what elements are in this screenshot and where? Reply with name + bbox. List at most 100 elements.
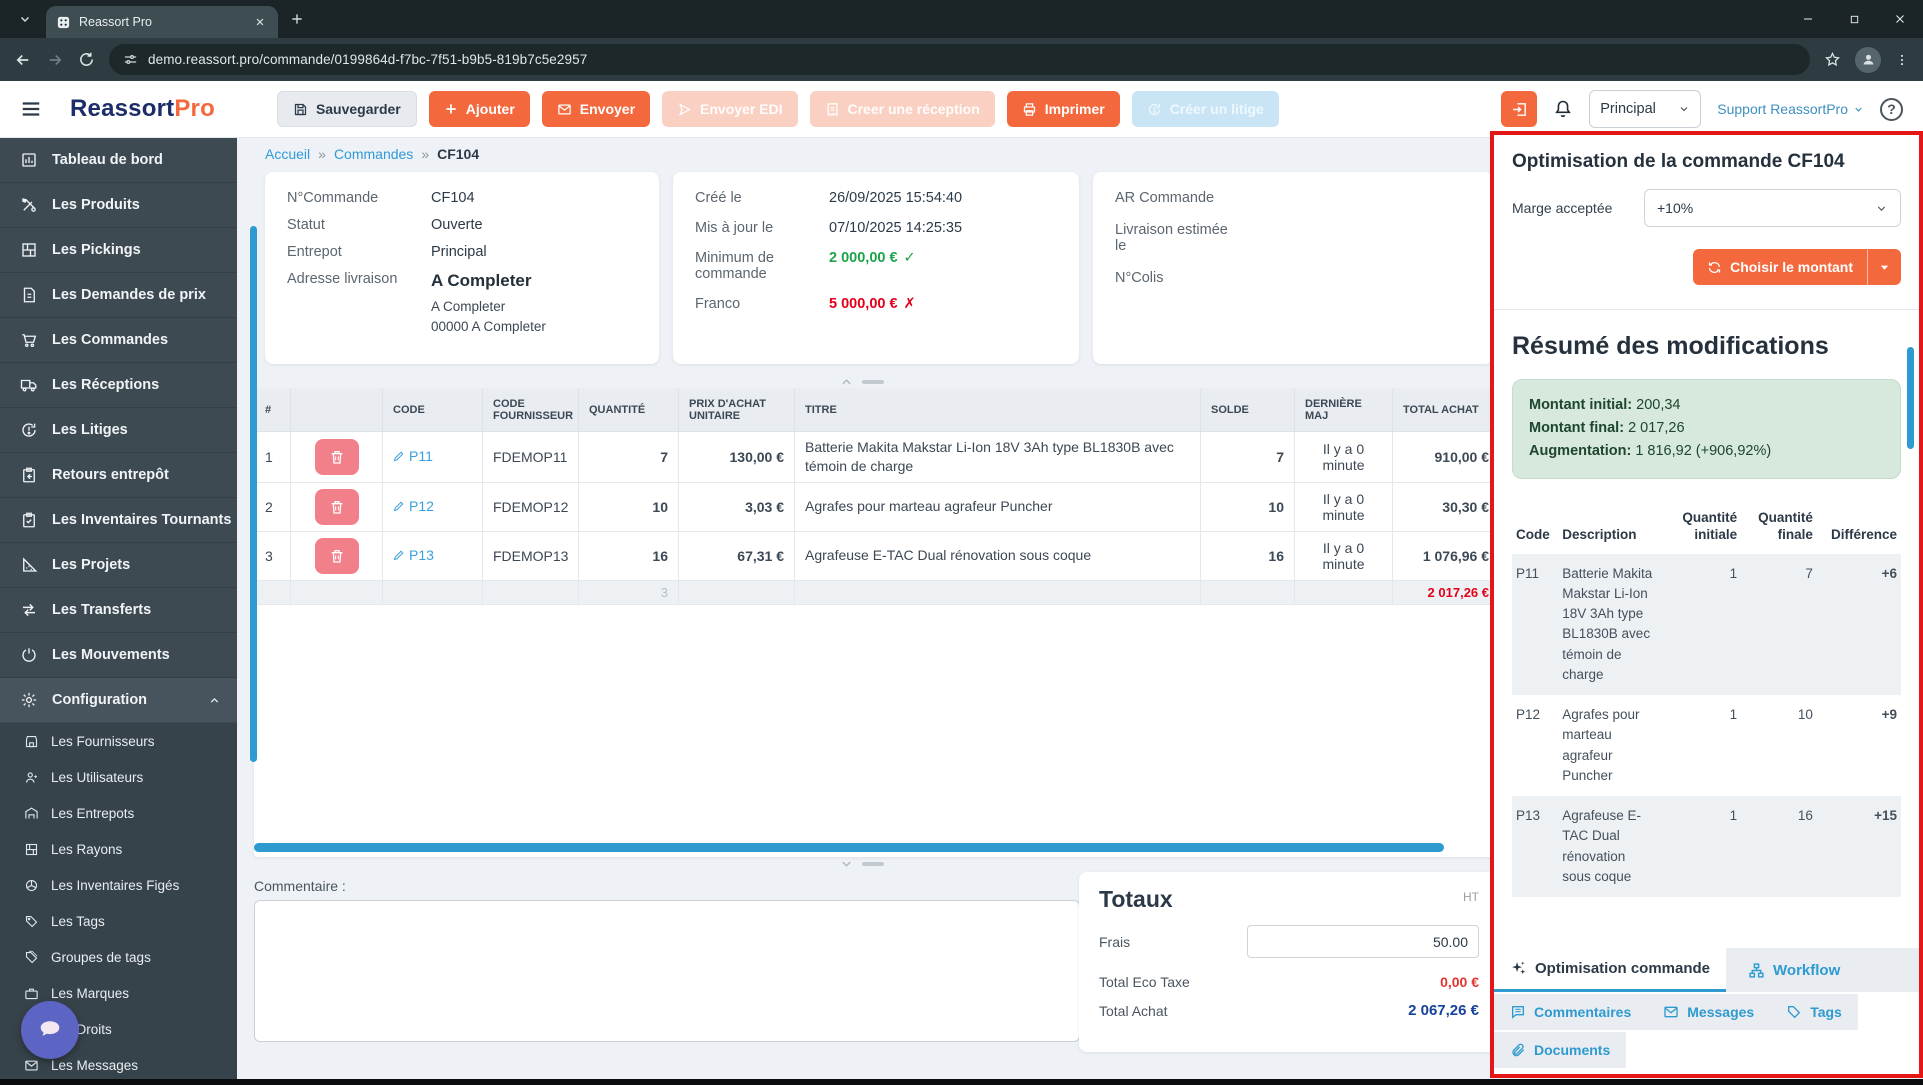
sidebar-item-les-projets[interactable]: Les Projets xyxy=(0,543,237,588)
sidebar-item-les-fournisseurs[interactable]: Les Fournisseurs xyxy=(0,723,237,759)
tab-search-chevron-icon[interactable] xyxy=(12,6,38,32)
cart-icon xyxy=(20,331,38,349)
comment-textarea[interactable] xyxy=(254,900,1080,1042)
quantity-cell[interactable]: 16 xyxy=(578,530,679,581)
url-bar[interactable]: demo.reassort.pro/commande/0199864d-f7bc… xyxy=(109,44,1810,75)
sidebar-item-les-tags[interactable]: Les Tags xyxy=(0,903,237,939)
export-button[interactable] xyxy=(1501,91,1538,127)
browser-tab[interactable]: Reassort Pro xyxy=(46,6,278,38)
window-maximize-button[interactable] xyxy=(1831,0,1877,38)
back-icon[interactable] xyxy=(14,51,32,69)
tab-tags[interactable]: Tags xyxy=(1770,994,1858,1030)
sidebar-item-les-entrepots[interactable]: Les Entrepots xyxy=(0,795,237,831)
choose-amount-caret-button[interactable] xyxy=(1867,249,1901,285)
tab-title: Reassort Pro xyxy=(79,15,152,29)
site-settings-icon[interactable] xyxy=(123,52,138,67)
chat-widget-button[interactable] xyxy=(21,1001,79,1059)
quantity-cell[interactable]: 7 xyxy=(578,431,679,483)
new-tab-button[interactable] xyxy=(290,12,304,26)
refresh-icon[interactable] xyxy=(78,51,95,68)
sidebar-item-les-inventaires-figes[interactable]: Les Inventaires Figés xyxy=(0,867,237,903)
dispute-cycle-icon xyxy=(20,421,38,439)
panel-title: Optimisation de la commande CF104 xyxy=(1512,151,1845,172)
horizontal-splitter-handle[interactable] xyxy=(841,378,884,386)
window-bottom-edge xyxy=(0,1079,1923,1085)
sidebar-item-les-inventaires-tournants[interactable]: Les Inventaires Tournants xyxy=(0,498,237,543)
product-code-link[interactable]: P12 xyxy=(393,498,434,514)
print-button[interactable]: Imprimer xyxy=(1006,91,1120,127)
unit-price-cell[interactable]: 130,00 € xyxy=(678,431,795,483)
sidebar-item-tableau-de-bord[interactable]: Tableau de bord xyxy=(0,138,237,183)
sidebar-item-les-commandes[interactable]: Les Commandes xyxy=(0,318,237,363)
delete-row-button[interactable] xyxy=(314,537,359,574)
choose-amount-button[interactable]: Choisir le montant xyxy=(1693,249,1867,285)
movements-icon xyxy=(20,646,38,664)
dispute-icon xyxy=(1148,103,1160,115)
chevron-down-icon xyxy=(1877,205,1886,211)
frais-input[interactable] xyxy=(1247,925,1479,958)
sidebar-item-les-receptions[interactable]: Les Réceptions xyxy=(0,363,237,408)
breadcrumb: Accueil » Commandes » CF104 xyxy=(265,146,480,162)
delete-row-button[interactable] xyxy=(314,488,359,525)
vertical-scrollbar[interactable] xyxy=(250,226,257,762)
order-number: CF104 xyxy=(431,190,475,206)
tab-messages[interactable]: Messages xyxy=(1647,994,1771,1030)
window-close-button[interactable] xyxy=(1877,0,1923,38)
horizontal-scrollbar[interactable] xyxy=(254,843,1444,852)
sidebar-item-les-demandes-de-prix[interactable]: Les Demandes de prix xyxy=(0,273,237,318)
chevron-down-icon xyxy=(1680,107,1688,112)
tab-close-icon[interactable] xyxy=(252,14,268,30)
window-controls xyxy=(1785,0,1923,38)
add-button[interactable]: Ajouter xyxy=(428,91,530,127)
sidebar-item-les-utilisateurs[interactable]: Les Utilisateurs xyxy=(0,759,237,795)
sidebar-item-retours-entrepot[interactable]: Retours entrepôt xyxy=(0,453,237,498)
unit-price-cell[interactable]: 3,03 € xyxy=(678,481,795,532)
help-button[interactable]: ? xyxy=(1880,97,1903,121)
breadcrumb-commandes[interactable]: Commandes xyxy=(334,146,413,162)
notifications-bell-icon[interactable] xyxy=(1553,99,1573,119)
send-button[interactable]: Envoyer xyxy=(541,91,651,127)
table-row: 1 P11 FDEMOP11 7 130,00 € Batterie Makit… xyxy=(254,431,1499,483)
tab-commentaires[interactable]: Commentaires xyxy=(1494,994,1648,1030)
panel-vertical-scrollbar[interactable] xyxy=(1907,347,1914,449)
sidebar-item-les-litiges[interactable]: Les Litiges xyxy=(0,408,237,453)
quantity-cell[interactable]: 10 xyxy=(578,481,679,532)
action-buttons: Sauvegarder Ajouter Envoyer Envoyer EDI … xyxy=(276,91,1279,127)
warehouse-select[interactable]: Principal xyxy=(1589,90,1702,128)
totals-title: Totaux xyxy=(1099,886,1173,912)
save-button[interactable]: Sauvegarder xyxy=(276,91,417,127)
product-code-link[interactable]: P13 xyxy=(393,547,434,563)
unit-price-cell[interactable]: 67,31 € xyxy=(678,530,795,581)
support-link[interactable]: Support ReassortPro xyxy=(1717,101,1864,117)
breadcrumb-home[interactable]: Accueil xyxy=(265,146,310,162)
bookmark-star-icon[interactable] xyxy=(1824,51,1841,68)
sidebar-item-les-mouvements[interactable]: Les Mouvements xyxy=(0,633,237,678)
forward-icon[interactable] xyxy=(46,51,64,69)
favicon-dice-icon xyxy=(56,15,71,30)
tab-workflow[interactable]: Workflow xyxy=(1726,948,1919,992)
sidebar-item-groupes-de-tags[interactable]: Groupes de tags xyxy=(0,939,237,975)
chevron-up-icon xyxy=(208,694,221,707)
delivery-address-line1: A Completer xyxy=(431,299,506,314)
product-code-link[interactable]: P11 xyxy=(393,448,433,464)
sidebar-item-configuration[interactable]: Configuration xyxy=(0,678,237,723)
sidebar-item-les-rayons[interactable]: Les Rayons xyxy=(0,831,237,867)
browser-menu-icon[interactable] xyxy=(1895,52,1909,68)
envelope-icon xyxy=(24,1058,39,1073)
modification-row: P12 Agrafes pour marteau agrafeur Punche… xyxy=(1516,707,1897,783)
send-edi-button: Envoyer EDI xyxy=(662,91,798,127)
sidebar-item-les-transferts[interactable]: Les Transferts xyxy=(0,588,237,633)
tab-documents[interactable]: Documents xyxy=(1494,1032,1627,1068)
app-logo[interactable]: ReassortPro xyxy=(70,95,215,123)
sidebar-item-les-produits[interactable]: Les Produits xyxy=(0,183,237,228)
menu-hamburger-icon[interactable] xyxy=(20,98,42,120)
tab-optimisation-commande[interactable]: Optimisation commande xyxy=(1494,948,1727,992)
tag-icon xyxy=(24,914,39,929)
delete-row-button[interactable] xyxy=(314,438,359,475)
browser-profile-avatar[interactable] xyxy=(1855,46,1881,73)
save-icon xyxy=(294,103,307,115)
sidebar-item-les-pickings[interactable]: Les Pickings xyxy=(0,228,237,273)
window-minimize-button[interactable] xyxy=(1785,0,1831,38)
horizontal-splitter-handle[interactable] xyxy=(841,860,884,868)
marge-select[interactable]: +10% xyxy=(1644,189,1901,227)
